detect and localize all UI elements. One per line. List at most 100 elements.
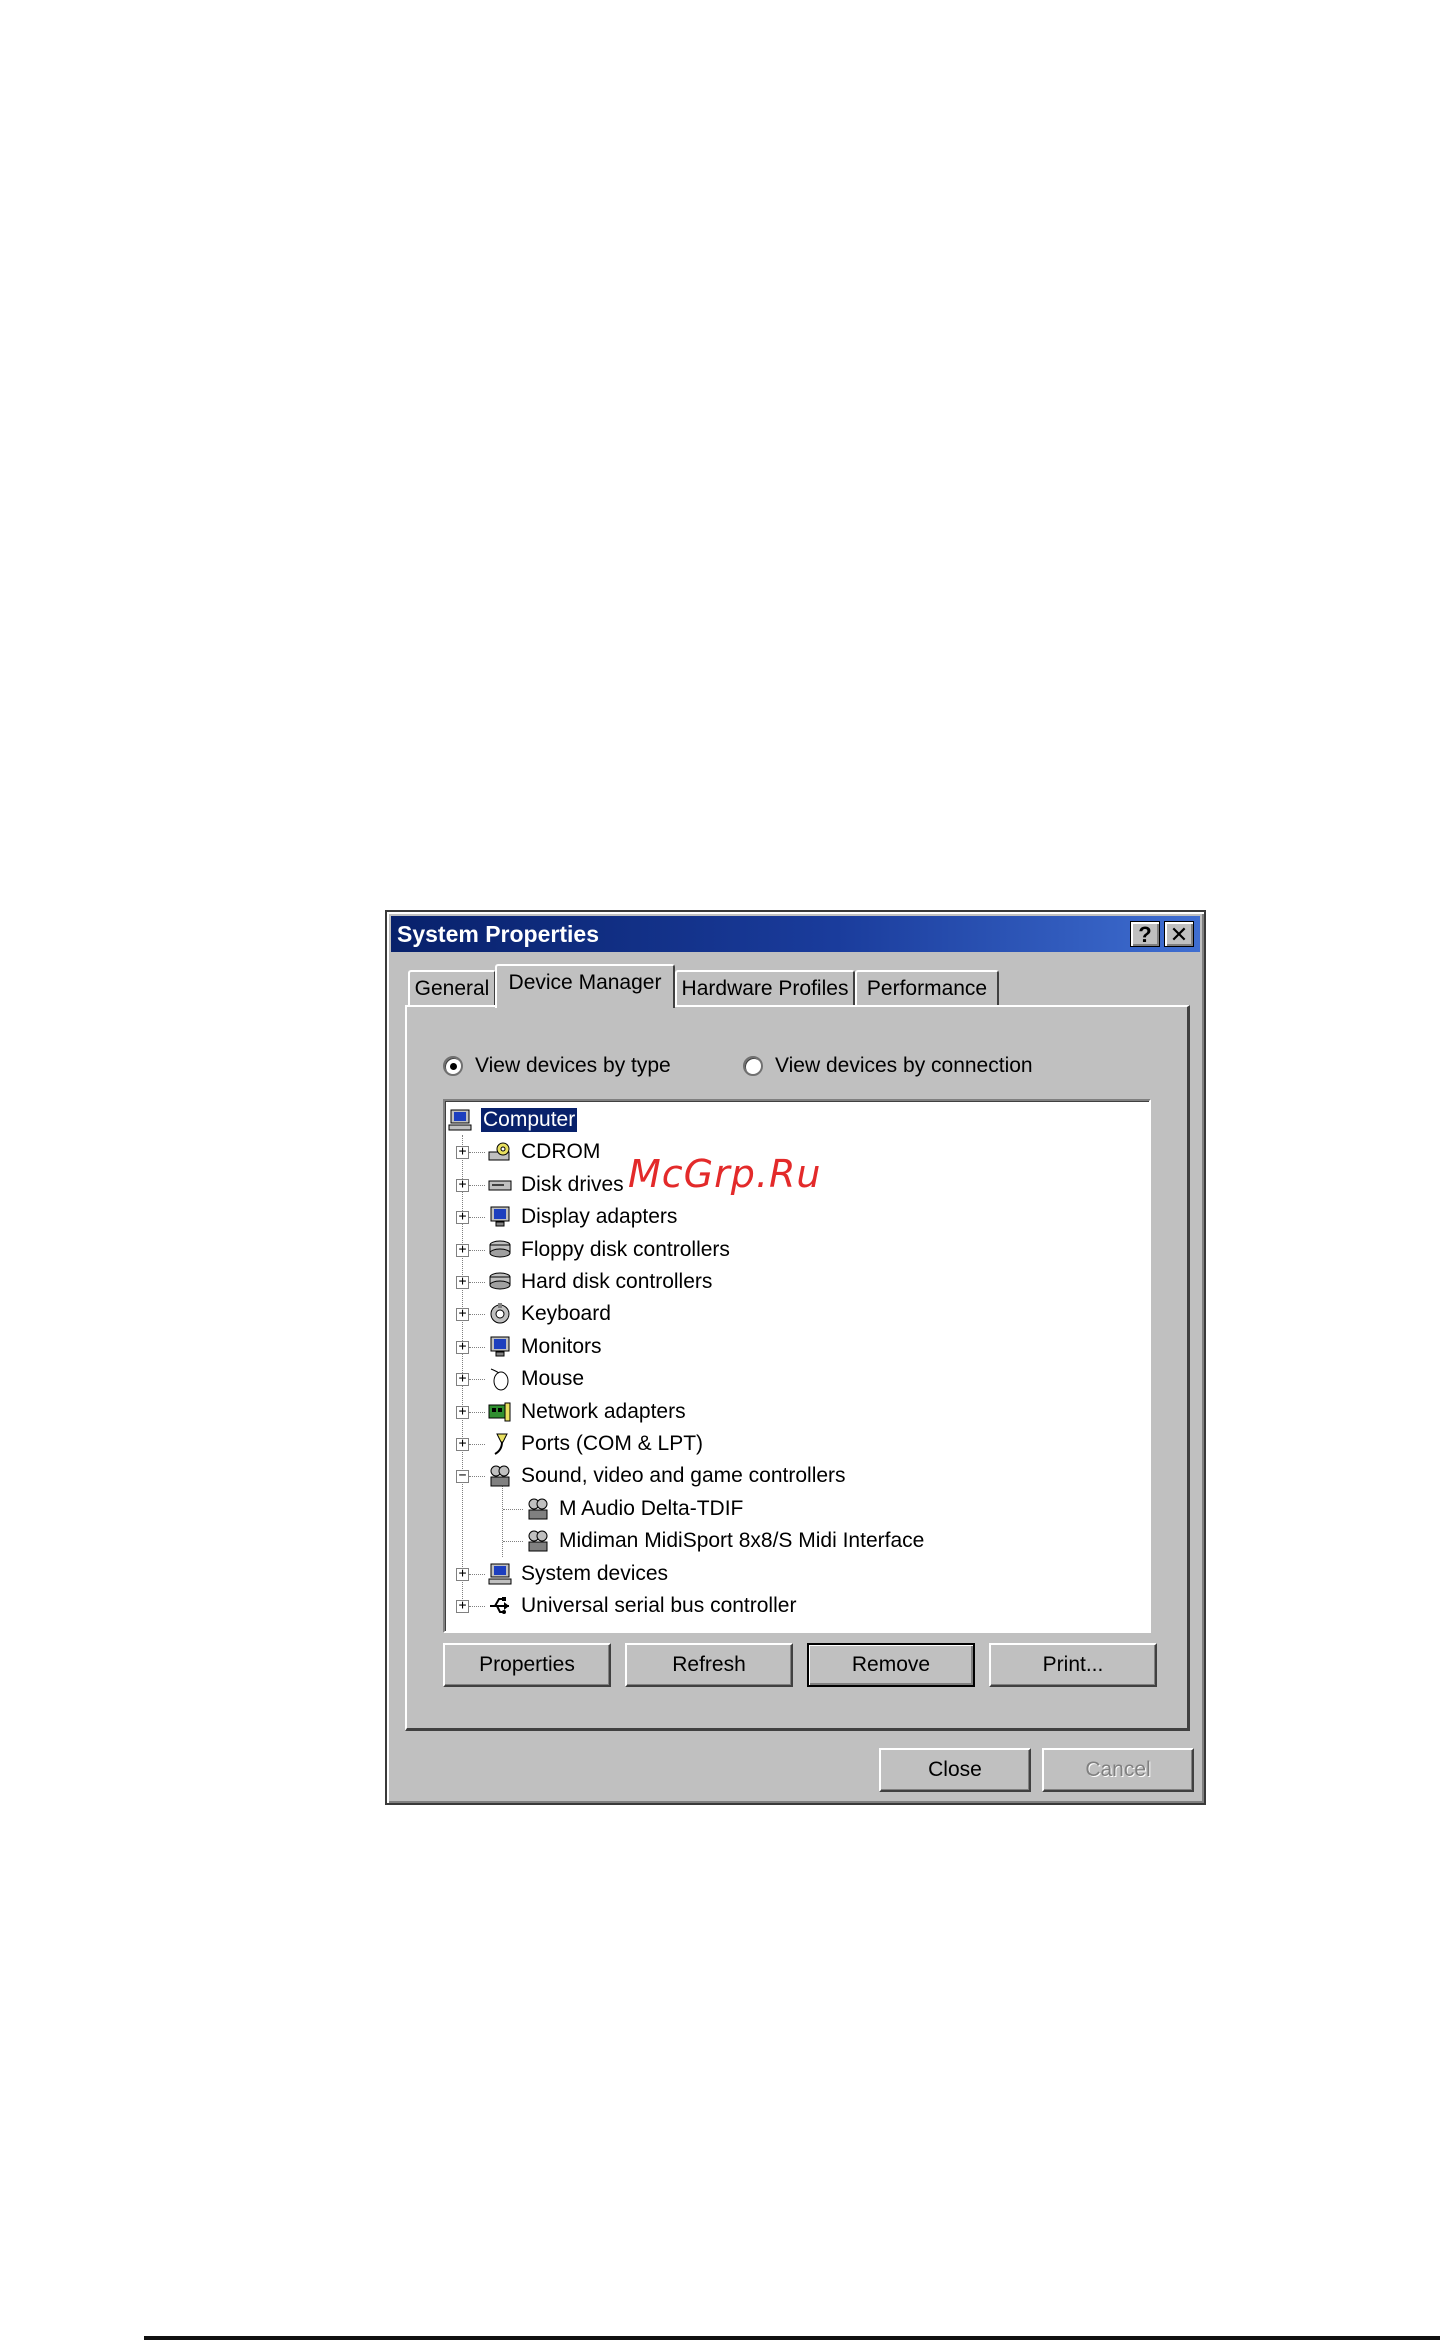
tree-item-label: System devices — [521, 1561, 669, 1585]
tree-item-label: CDROM — [521, 1140, 601, 1164]
view-by-connection-option[interactable]: View devices by connection — [743, 1051, 1033, 1081]
tree-item-label: Disk drives — [521, 1172, 624, 1196]
expand-icon[interactable]: + — [456, 1275, 469, 1289]
expand-icon[interactable]: + — [456, 1210, 469, 1225]
properties-button[interactable]: Properties — [443, 1643, 611, 1687]
view-by-connection-radio[interactable] — [743, 1056, 763, 1076]
disk-drive-icon — [487, 1173, 513, 1197]
expand-icon[interactable]: + — [456, 1178, 469, 1192]
mouse-icon — [487, 1367, 513, 1391]
device-manager-panel: View devices by type View devices by con… — [405, 1005, 1190, 1731]
monitor-icon — [487, 1335, 513, 1359]
close-window-button[interactable]: ✕ — [1164, 921, 1194, 947]
tree-branch-line — [469, 1282, 485, 1283]
watermark-text: McGrp.Ru — [628, 1152, 822, 1196]
tree-child-label: M Audio Delta-TDIF — [559, 1496, 744, 1520]
expand-icon[interactable]: + — [456, 1307, 469, 1322]
tree-root-computer[interactable]: Computer — [447, 1105, 579, 1135]
view-by-type-radio[interactable] — [443, 1056, 463, 1076]
tree-item[interactable]: − Sound, video and game controllers — [456, 1461, 846, 1491]
keyboard-icon — [487, 1302, 513, 1326]
expand-icon[interactable]: + — [456, 1437, 469, 1451]
tree-item-label: Ports (COM & LPT) — [521, 1432, 704, 1455]
tree-branch-line — [469, 1411, 485, 1413]
sound-controller-icon — [487, 1464, 513, 1488]
tree-item-label: Sound, video and game controllers — [521, 1464, 846, 1488]
refresh-button[interactable]: Refresh — [625, 1643, 793, 1687]
tree-item-label: Display adapters — [521, 1205, 678, 1229]
print-button[interactable]: Print... — [989, 1643, 1157, 1687]
sound-device-icon — [525, 1497, 551, 1521]
tree-item[interactable]: + Floppy disk controllers — [456, 1235, 730, 1265]
expand-icon[interactable]: + — [456, 1372, 469, 1387]
display-adapter-icon — [487, 1205, 513, 1229]
view-by-type-option[interactable]: View devices by type — [443, 1051, 671, 1081]
hard-disk-controller-icon — [487, 1270, 513, 1294]
remove-button[interactable]: Remove — [807, 1643, 975, 1687]
tree-item[interactable]: + Universal serial bus controller — [456, 1591, 797, 1621]
usb-icon — [487, 1594, 513, 1618]
system-properties-dialog: System Properties ? ✕ General Device Man… — [385, 910, 1206, 1805]
tree-item[interactable]: + CDROM — [456, 1137, 601, 1167]
tree-branch-line — [469, 1152, 485, 1154]
tree-child-label: Midiman MidiSport 8x8/S Midi Interface — [559, 1529, 925, 1553]
tree-item-label: Mouse — [521, 1367, 585, 1391]
tree-item-label: Hard disk controllers — [521, 1270, 713, 1293]
tree-branch-line — [469, 1217, 485, 1219]
tree-child-item[interactable]: M Audio Delta-TDIF — [503, 1494, 744, 1524]
view-by-connection-label: View devices by connection — [775, 1054, 1033, 1077]
footer-rule — [144, 2336, 1440, 2340]
cancel-button[interactable]: Cancel — [1042, 1748, 1194, 1792]
tree-item[interactable]: + Keyboard — [456, 1299, 611, 1329]
system-device-icon — [487, 1562, 513, 1586]
tree-root-label: Computer — [479, 1107, 579, 1133]
tree-item[interactable]: + Display adapters — [456, 1202, 678, 1232]
expand-icon[interactable]: + — [456, 1145, 469, 1160]
port-icon — [487, 1432, 513, 1456]
expand-icon[interactable]: + — [456, 1340, 469, 1354]
tree-branch-line — [503, 1508, 523, 1510]
tree-branch-line — [469, 1573, 485, 1575]
tree-branch-line — [469, 1184, 485, 1186]
tree-item-label: Floppy disk controllers — [521, 1237, 730, 1261]
tab-performance[interactable]: Performance — [855, 970, 999, 1006]
tab-hardware-profiles[interactable]: Hardware Profiles — [675, 970, 855, 1006]
tree-branch-line — [469, 1444, 485, 1445]
tree-item-label: Universal serial bus controller — [521, 1594, 797, 1617]
sound-device-icon — [525, 1529, 551, 1553]
tree-item[interactable]: + Ports (COM & LPT) — [456, 1429, 704, 1459]
tree-item[interactable]: + Hard disk controllers — [456, 1267, 713, 1297]
tree-item-label: Network adapters — [521, 1399, 686, 1423]
tree-branch-line — [469, 1606, 485, 1607]
cdrom-icon — [487, 1140, 513, 1164]
expand-icon[interactable]: + — [456, 1567, 469, 1581]
floppy-controller-icon — [487, 1238, 513, 1262]
expand-icon[interactable]: + — [456, 1599, 469, 1613]
tree-branch-line — [469, 1249, 485, 1251]
collapse-icon[interactable]: − — [456, 1469, 469, 1484]
computer-icon — [447, 1108, 473, 1132]
view-by-type-label: View devices by type — [475, 1054, 671, 1077]
close-button[interactable]: Close — [879, 1748, 1031, 1792]
title-bar: System Properties ? ✕ — [391, 916, 1200, 952]
help-icon: ? — [1138, 922, 1152, 947]
tree-item[interactable]: + Disk drives — [456, 1170, 624, 1200]
window-title: System Properties — [397, 921, 599, 947]
help-button[interactable]: ? — [1130, 921, 1160, 947]
tree-item[interactable]: + Network adapters — [456, 1397, 686, 1427]
close-icon: ✕ — [1169, 922, 1189, 947]
tree-branch-line — [469, 1476, 485, 1478]
tree-branch-line — [469, 1346, 485, 1348]
tree-item-label: Monitors — [521, 1334, 602, 1358]
tree-branch-line — [469, 1379, 485, 1381]
tree-item[interactable]: + Monitors — [456, 1332, 602, 1362]
tree-child-item[interactable]: Midiman MidiSport 8x8/S Midi Interface — [503, 1526, 925, 1556]
expand-icon[interactable]: + — [456, 1405, 469, 1419]
tab-device-manager[interactable]: Device Manager — [495, 964, 675, 1008]
tab-general[interactable]: General — [408, 970, 496, 1006]
tree-branch-line — [503, 1541, 523, 1543]
tree-item[interactable]: + Mouse — [456, 1364, 585, 1394]
expand-icon[interactable]: + — [456, 1243, 469, 1257]
tree-item[interactable]: + System devices — [456, 1559, 669, 1589]
tree-branch-line — [469, 1314, 485, 1316]
